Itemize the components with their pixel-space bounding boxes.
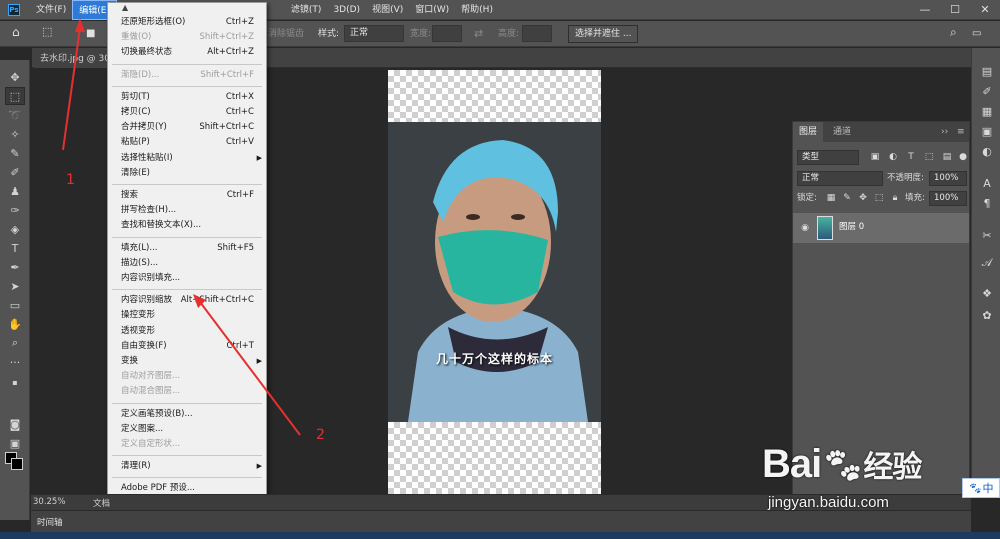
- swatches-panel-icon[interactable]: ▣: [977, 122, 997, 140]
- opacity-input[interactable]: 100%: [929, 171, 967, 186]
- visibility-eye-icon[interactable]: ◉: [799, 222, 811, 234]
- zoom-level[interactable]: 30.25%: [33, 497, 65, 507]
- baidu-jingyan-text: 经验: [863, 451, 922, 484]
- annotation-label-1: 1: [66, 172, 75, 188]
- baidu-url: jingyan.baidu.com: [768, 494, 889, 511]
- lock-transparent-icon[interactable]: ▦: [825, 192, 837, 204]
- doc-status-text: 文档: [93, 499, 111, 509]
- paragraph-panel-icon[interactable]: ¶: [977, 194, 997, 212]
- glyphs-panel-icon[interactable]: 𝒜: [977, 254, 997, 272]
- lock-all-icon[interactable]: 🔒︎: [889, 192, 901, 204]
- fill-input[interactable]: 100%: [929, 191, 967, 206]
- lock-image-icon[interactable]: ✎: [841, 192, 853, 204]
- channels-panel-icon[interactable]: ✿: [977, 306, 997, 324]
- lock-artboard-icon[interactable]: ⬚: [873, 192, 885, 204]
- ime-paw-icon: 🐾︎: [968, 482, 983, 495]
- layers-panel-icon[interactable]: ❖: [977, 284, 997, 302]
- arrow-2-line: [199, 301, 301, 436]
- filter-adjustment-icon[interactable]: ◐: [887, 151, 899, 163]
- blend-mode-select[interactable]: 正常: [797, 171, 883, 186]
- layer-thumbnail: [817, 216, 833, 240]
- properties-panel-icon[interactable]: ▦: [977, 102, 997, 120]
- arrow-1-head: [75, 18, 85, 32]
- filter-type-icon[interactable]: T: [905, 151, 917, 163]
- layer-name[interactable]: 图层 0: [839, 220, 864, 235]
- os-taskbar: [0, 532, 1000, 539]
- filter-smart-icon[interactable]: ▤: [941, 151, 953, 163]
- fill-label: 填充:: [905, 193, 925, 203]
- actions-panel-icon[interactable]: ✐: [977, 82, 997, 100]
- timeline-tab[interactable]: 时间轴: [37, 516, 63, 528]
- right-panel-strip: ▤ ✐ ▦ ▣ ◐ A ¶ ✂ 𝒜 ❖ ✿: [971, 48, 1000, 493]
- ime-label: 中: [982, 482, 994, 495]
- tab-channels[interactable]: 通道: [827, 122, 857, 142]
- adjustments-panel-icon[interactable]: ◐: [977, 142, 997, 160]
- opacity-label: 不透明度:: [887, 173, 924, 183]
- filter-toggle-icon[interactable]: ●: [957, 151, 969, 163]
- ime-indicator[interactable]: 🐾︎中: [962, 478, 1000, 498]
- layer-row[interactable]: ◉ 图层 0: [793, 213, 969, 243]
- annotation-label-2: 2: [316, 427, 325, 443]
- layers-panel-tabs: 图层 通道 ›› ≡: [793, 122, 969, 142]
- tool-presets-icon[interactable]: ✂: [977, 226, 997, 244]
- baidu-watermark: Bai🐾︎经验 jingyan.baidu.com: [762, 432, 967, 522]
- history-panel-icon[interactable]: ▤: [977, 62, 997, 80]
- baidu-logo: Bai🐾︎经验: [762, 442, 922, 487]
- paw-icon: 🐾︎: [821, 447, 864, 485]
- panel-menu-icon[interactable]: ≡: [951, 122, 971, 142]
- filter-pixel-icon[interactable]: ▣: [869, 151, 881, 163]
- character-panel-icon[interactable]: A: [977, 174, 997, 192]
- lock-position-icon[interactable]: ✥: [857, 192, 869, 204]
- filter-shape-icon[interactable]: ⬚: [923, 151, 935, 163]
- baidu-brand-text: Bai: [762, 442, 822, 486]
- lock-label: 锁定:: [797, 193, 817, 203]
- tab-layers[interactable]: 图层: [793, 122, 824, 142]
- layer-filter-select[interactable]: 类型: [797, 150, 859, 165]
- arrow-1-line: [62, 27, 81, 151]
